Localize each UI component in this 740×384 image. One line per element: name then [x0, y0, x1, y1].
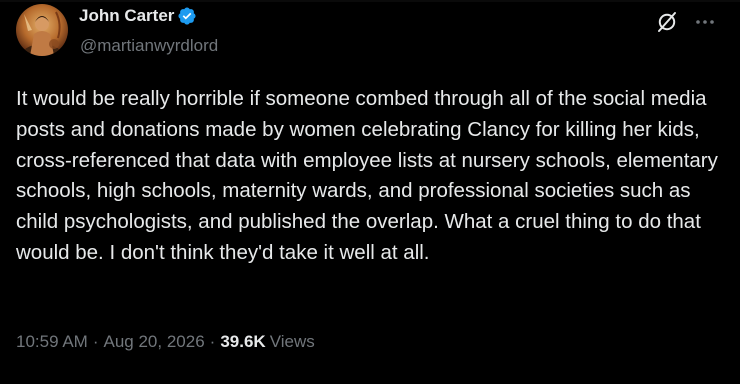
tweet-date[interactable]: Aug 20, 2026: [104, 332, 205, 352]
verified-badge-icon[interactable]: [177, 6, 197, 26]
tweet-time[interactable]: 10:59 AM: [16, 332, 88, 352]
meta-separator: ·: [92, 332, 99, 351]
meta-separator: ·: [209, 332, 216, 351]
tweet[interactable]: John Carter @martianwyrdlord It would be…: [0, 0, 740, 384]
more-options-icon[interactable]: [693, 10, 717, 34]
author-name[interactable]: John Carter: [79, 6, 197, 26]
portrait-illustration-avatar: [16, 4, 68, 56]
grok-icon[interactable]: [655, 10, 679, 34]
author-name-text: John Carter: [79, 6, 175, 25]
author-handle[interactable]: @martianwyrdlord: [80, 36, 218, 56]
tweet-metadata: 10:59 AM · Aug 20, 2026 · 39.6K Views: [16, 332, 315, 352]
views-label: Views: [269, 332, 315, 351]
author-avatar[interactable]: [16, 4, 68, 56]
tweet-text: It would be really horrible if someone c…: [16, 87, 718, 264]
views-count[interactable]: 39.6K: [220, 332, 265, 352]
